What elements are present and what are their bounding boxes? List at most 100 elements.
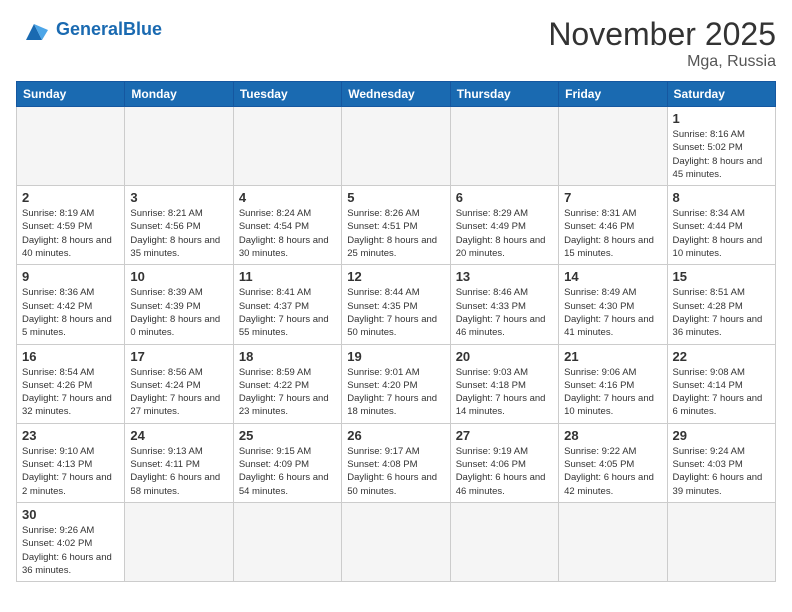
calendar-week-row: 2 Sunrise: 8:19 AM Sunset: 4:59 PM Daylig… xyxy=(17,186,776,265)
logo-general: General xyxy=(56,19,123,39)
day-number: 21 xyxy=(564,349,661,364)
day-info: Sunrise: 9:24 AM Sunset: 4:03 PM Dayligh… xyxy=(673,445,770,498)
day-number: 19 xyxy=(347,349,444,364)
calendar-day: 30Sunrise: 9:26 AM Sunset: 4:02 PM Dayli… xyxy=(17,502,125,581)
title-block: November 2025 Mga, Russia xyxy=(548,16,776,71)
day-number: 12 xyxy=(347,269,444,284)
calendar-day: 5 Sunrise: 8:26 AM Sunset: 4:51 PM Daylig… xyxy=(342,186,450,265)
calendar-day: 15 Sunrise: 8:51 AM Sunset: 4:28 PM Dayli… xyxy=(667,265,775,344)
day-number: 1 xyxy=(673,111,770,126)
day-number: 28 xyxy=(564,428,661,443)
page-header: GeneralBlue November 2025 Mga, Russia xyxy=(16,16,776,71)
day-number: 22 xyxy=(673,349,770,364)
calendar-day: 20Sunrise: 9:03 AM Sunset: 4:18 PM Dayli… xyxy=(450,344,558,423)
day-number: 14 xyxy=(564,269,661,284)
calendar-day: 29 Sunrise: 9:24 AM Sunset: 4:03 PM Dayli… xyxy=(667,423,775,502)
day-number: 16 xyxy=(22,349,119,364)
calendar-day: 7Sunrise: 8:31 AM Sunset: 4:46 PM Daylig… xyxy=(559,186,667,265)
day-number: 27 xyxy=(456,428,553,443)
day-info: Sunrise: 8:21 AM Sunset: 4:56 PM Dayligh… xyxy=(130,207,227,260)
calendar-day xyxy=(342,107,450,186)
calendar-week-row: 23Sunrise: 9:10 AM Sunset: 4:13 PM Dayli… xyxy=(17,423,776,502)
day-number: 6 xyxy=(456,190,553,205)
header-tuesday: Tuesday xyxy=(233,82,341,107)
calendar-day xyxy=(667,502,775,581)
logo-blue: Blue xyxy=(123,19,162,39)
header-thursday: Thursday xyxy=(450,82,558,107)
day-number: 15 xyxy=(673,269,770,284)
calendar-day xyxy=(125,502,233,581)
day-info: Sunrise: 8:39 AM Sunset: 4:39 PM Dayligh… xyxy=(130,286,227,339)
calendar-day xyxy=(559,107,667,186)
day-number: 3 xyxy=(130,190,227,205)
day-info: Sunrise: 8:49 AM Sunset: 4:30 PM Dayligh… xyxy=(564,286,661,339)
day-number: 24 xyxy=(130,428,227,443)
calendar-day: 6 Sunrise: 8:29 AM Sunset: 4:49 PM Daylig… xyxy=(450,186,558,265)
calendar-table: Sunday Monday Tuesday Wednesday Thursday… xyxy=(16,81,776,582)
calendar-day xyxy=(450,502,558,581)
day-info: Sunrise: 8:16 AM Sunset: 5:02 PM Dayligh… xyxy=(673,128,770,181)
month-year-title: November 2025 xyxy=(548,16,776,53)
calendar-day xyxy=(125,107,233,186)
calendar-day: 13Sunrise: 8:46 AM Sunset: 4:33 PM Dayli… xyxy=(450,265,558,344)
day-info: Sunrise: 9:19 AM Sunset: 4:06 PM Dayligh… xyxy=(456,445,553,498)
day-info: Sunrise: 9:26 AM Sunset: 4:02 PM Dayligh… xyxy=(22,524,119,577)
day-number: 17 xyxy=(130,349,227,364)
day-number: 11 xyxy=(239,269,336,284)
calendar-day: 22Sunrise: 9:08 AM Sunset: 4:14 PM Dayli… xyxy=(667,344,775,423)
header-saturday: Saturday xyxy=(667,82,775,107)
calendar-day xyxy=(342,502,450,581)
logo-icon xyxy=(16,16,52,44)
calendar-day: 26Sunrise: 9:17 AM Sunset: 4:08 PM Dayli… xyxy=(342,423,450,502)
header-friday: Friday xyxy=(559,82,667,107)
calendar-day: 10 Sunrise: 8:39 AM Sunset: 4:39 PM Dayli… xyxy=(125,265,233,344)
calendar-day: 27 Sunrise: 9:19 AM Sunset: 4:06 PM Dayli… xyxy=(450,423,558,502)
day-info: Sunrise: 8:19 AM Sunset: 4:59 PM Dayligh… xyxy=(22,207,119,260)
day-info: Sunrise: 8:59 AM Sunset: 4:22 PM Dayligh… xyxy=(239,366,336,419)
day-info: Sunrise: 8:34 AM Sunset: 4:44 PM Dayligh… xyxy=(673,207,770,260)
calendar-day xyxy=(233,107,341,186)
calendar-week-row: 1 Sunrise: 8:16 AM Sunset: 5:02 PM Daylig… xyxy=(17,107,776,186)
day-number: 10 xyxy=(130,269,227,284)
calendar-day: 16Sunrise: 8:54 AM Sunset: 4:26 PM Dayli… xyxy=(17,344,125,423)
calendar-day: 19 Sunrise: 9:01 AM Sunset: 4:20 PM Dayli… xyxy=(342,344,450,423)
day-number: 26 xyxy=(347,428,444,443)
day-number: 4 xyxy=(239,190,336,205)
calendar-day: 28 Sunrise: 9:22 AM Sunset: 4:05 PM Dayli… xyxy=(559,423,667,502)
day-info: Sunrise: 8:24 AM Sunset: 4:54 PM Dayligh… xyxy=(239,207,336,260)
calendar-day xyxy=(450,107,558,186)
calendar-day: 1 Sunrise: 8:16 AM Sunset: 5:02 PM Daylig… xyxy=(667,107,775,186)
calendar-day: 21Sunrise: 9:06 AM Sunset: 4:16 PM Dayli… xyxy=(559,344,667,423)
calendar-day: 24 Sunrise: 9:13 AM Sunset: 4:11 PM Dayli… xyxy=(125,423,233,502)
day-info: Sunrise: 9:01 AM Sunset: 4:20 PM Dayligh… xyxy=(347,366,444,419)
day-number: 20 xyxy=(456,349,553,364)
location-subtitle: Mga, Russia xyxy=(548,53,776,71)
logo-text: GeneralBlue xyxy=(56,20,162,40)
day-info: Sunrise: 8:46 AM Sunset: 4:33 PM Dayligh… xyxy=(456,286,553,339)
day-number: 2 xyxy=(22,190,119,205)
day-number: 9 xyxy=(22,269,119,284)
calendar-day: 18 Sunrise: 8:59 AM Sunset: 4:22 PM Dayli… xyxy=(233,344,341,423)
day-info: Sunrise: 9:15 AM Sunset: 4:09 PM Dayligh… xyxy=(239,445,336,498)
day-info: Sunrise: 8:29 AM Sunset: 4:49 PM Dayligh… xyxy=(456,207,553,260)
day-number: 5 xyxy=(347,190,444,205)
day-info: Sunrise: 8:26 AM Sunset: 4:51 PM Dayligh… xyxy=(347,207,444,260)
day-number: 18 xyxy=(239,349,336,364)
header-monday: Monday xyxy=(125,82,233,107)
day-info: Sunrise: 9:22 AM Sunset: 4:05 PM Dayligh… xyxy=(564,445,661,498)
day-info: Sunrise: 8:44 AM Sunset: 4:35 PM Dayligh… xyxy=(347,286,444,339)
calendar-week-row: 30Sunrise: 9:26 AM Sunset: 4:02 PM Dayli… xyxy=(17,502,776,581)
day-number: 29 xyxy=(673,428,770,443)
calendar-day: 14 Sunrise: 8:49 AM Sunset: 4:30 PM Dayli… xyxy=(559,265,667,344)
header-wednesday: Wednesday xyxy=(342,82,450,107)
day-info: Sunrise: 8:51 AM Sunset: 4:28 PM Dayligh… xyxy=(673,286,770,339)
day-info: Sunrise: 8:56 AM Sunset: 4:24 PM Dayligh… xyxy=(130,366,227,419)
day-info: Sunrise: 9:10 AM Sunset: 4:13 PM Dayligh… xyxy=(22,445,119,498)
day-info: Sunrise: 9:13 AM Sunset: 4:11 PM Dayligh… xyxy=(130,445,227,498)
header-sunday: Sunday xyxy=(17,82,125,107)
calendar-week-row: 16Sunrise: 8:54 AM Sunset: 4:26 PM Dayli… xyxy=(17,344,776,423)
calendar-day: 2 Sunrise: 8:19 AM Sunset: 4:59 PM Daylig… xyxy=(17,186,125,265)
calendar-day: 17 Sunrise: 8:56 AM Sunset: 4:24 PM Dayli… xyxy=(125,344,233,423)
calendar-day: 12 Sunrise: 8:44 AM Sunset: 4:35 PM Dayli… xyxy=(342,265,450,344)
calendar-day xyxy=(17,107,125,186)
